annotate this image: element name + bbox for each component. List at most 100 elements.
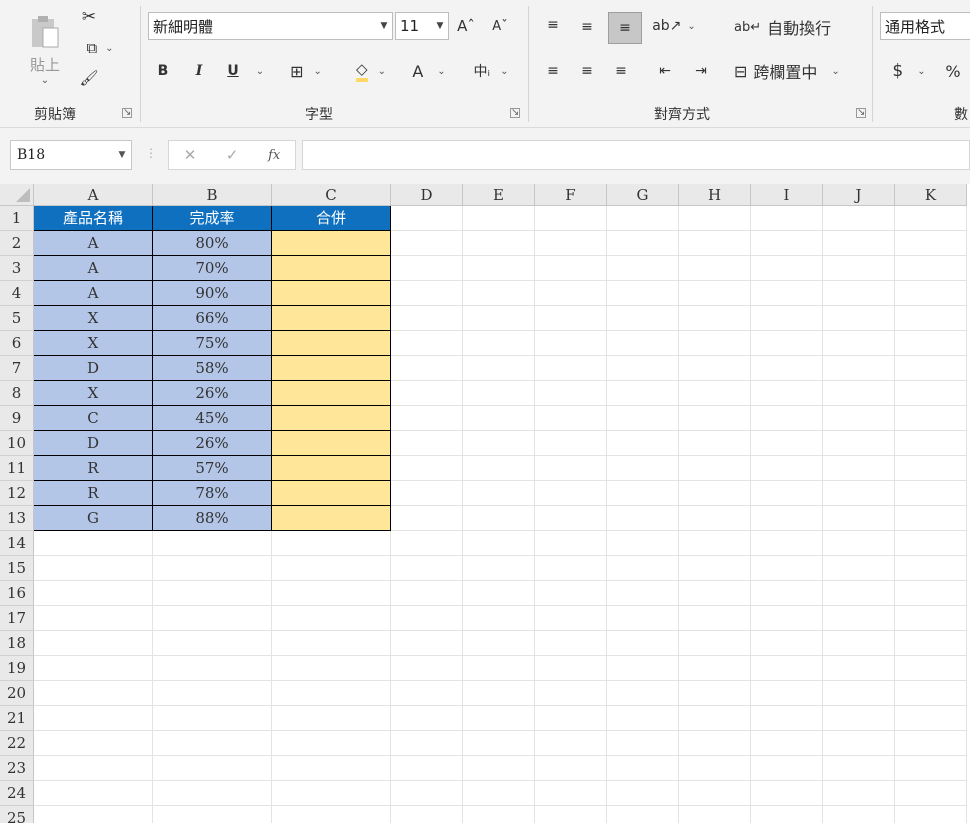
table-cell[interactable] xyxy=(272,331,391,356)
empty-cell[interactable] xyxy=(895,231,967,256)
table-cell[interactable]: 80% xyxy=(153,231,272,256)
empty-cell[interactable] xyxy=(607,506,679,531)
empty-cell[interactable] xyxy=(895,631,967,656)
table-cell[interactable] xyxy=(272,256,391,281)
empty-cell[interactable] xyxy=(463,706,535,731)
currency-button[interactable]: $ ⌄ xyxy=(886,58,932,84)
empty-cell[interactable] xyxy=(535,506,607,531)
empty-cell[interactable] xyxy=(535,756,607,781)
row-header[interactable]: 20 xyxy=(0,681,34,706)
empty-cell[interactable] xyxy=(751,256,823,281)
empty-cell[interactable] xyxy=(272,581,391,606)
row-header[interactable]: 8 xyxy=(0,381,34,406)
table-cell[interactable]: 70% xyxy=(153,256,272,281)
empty-cell[interactable] xyxy=(823,431,895,456)
empty-cell[interactable] xyxy=(463,456,535,481)
empty-cell[interactable] xyxy=(463,256,535,281)
empty-cell[interactable] xyxy=(823,706,895,731)
row-header[interactable]: 16 xyxy=(0,581,34,606)
empty-cell[interactable] xyxy=(895,706,967,731)
empty-cell[interactable] xyxy=(751,356,823,381)
table-cell[interactable]: 45% xyxy=(153,406,272,431)
empty-cell[interactable] xyxy=(391,456,463,481)
align-right-button[interactable]: ≡ xyxy=(608,58,634,84)
empty-cell[interactable] xyxy=(895,281,967,306)
empty-cell[interactable] xyxy=(535,656,607,681)
insert-function-icon[interactable]: fx xyxy=(268,148,280,163)
empty-cell[interactable] xyxy=(391,731,463,756)
alignment-dialog-launcher[interactable]: ↘ xyxy=(856,108,866,118)
empty-cell[interactable] xyxy=(391,331,463,356)
cut-button[interactable]: ✂ xyxy=(78,6,100,28)
table-cell[interactable]: A xyxy=(34,256,153,281)
shrink-font-button[interactable]: Aˇ xyxy=(490,14,510,38)
empty-cell[interactable] xyxy=(272,781,391,806)
empty-cell[interactable] xyxy=(679,256,751,281)
table-header-cell[interactable]: 產品名稱 xyxy=(34,206,153,231)
empty-cell[interactable] xyxy=(895,731,967,756)
empty-cell[interactable] xyxy=(895,456,967,481)
empty-cell[interactable] xyxy=(391,756,463,781)
cancel-icon[interactable]: ✕ xyxy=(184,146,197,164)
empty-cell[interactable] xyxy=(679,606,751,631)
empty-cell[interactable] xyxy=(607,281,679,306)
empty-cell[interactable] xyxy=(751,456,823,481)
empty-cell[interactable] xyxy=(272,531,391,556)
empty-cell[interactable] xyxy=(463,781,535,806)
empty-cell[interactable] xyxy=(34,731,153,756)
empty-cell[interactable] xyxy=(34,806,153,823)
table-cell[interactable]: G xyxy=(34,506,153,531)
table-cell[interactable]: C xyxy=(34,406,153,431)
empty-cell[interactable] xyxy=(153,656,272,681)
table-cell[interactable] xyxy=(272,356,391,381)
empty-cell[interactable] xyxy=(751,506,823,531)
empty-cell[interactable] xyxy=(34,606,153,631)
empty-cell[interactable] xyxy=(823,806,895,823)
empty-cell[interactable] xyxy=(895,406,967,431)
empty-cell[interactable] xyxy=(463,531,535,556)
table-cell[interactable]: 66% xyxy=(153,306,272,331)
empty-cell[interactable] xyxy=(535,431,607,456)
table-cell[interactable]: 58% xyxy=(153,356,272,381)
clipboard-dialog-launcher[interactable]: ↘ xyxy=(122,108,132,118)
empty-cell[interactable] xyxy=(751,406,823,431)
empty-cell[interactable] xyxy=(823,631,895,656)
worksheet-grid[interactable]: A B C D E F G H I J K 1 產品名稱 完成率 合併 2 A 80% 3 A 70% 4 A 90% 5 X 66… xyxy=(0,184,970,823)
empty-cell[interactable] xyxy=(823,756,895,781)
table-cell[interactable] xyxy=(272,456,391,481)
empty-cell[interactable] xyxy=(391,281,463,306)
empty-cell[interactable] xyxy=(823,231,895,256)
empty-cell[interactable] xyxy=(153,781,272,806)
number-format-combo[interactable]: 通用格式 xyxy=(880,12,970,40)
empty-cell[interactable] xyxy=(391,556,463,581)
empty-cell[interactable] xyxy=(823,781,895,806)
row-header[interactable]: 22 xyxy=(0,731,34,756)
row-header[interactable]: 11 xyxy=(0,456,34,481)
row-header[interactable]: 19 xyxy=(0,656,34,681)
underline-button[interactable]: U xyxy=(222,58,244,84)
empty-cell[interactable] xyxy=(679,331,751,356)
table-cell[interactable]: 26% xyxy=(153,381,272,406)
empty-cell[interactable] xyxy=(391,381,463,406)
table-cell[interactable]: 57% xyxy=(153,456,272,481)
empty-cell[interactable] xyxy=(895,781,967,806)
empty-cell[interactable] xyxy=(391,431,463,456)
empty-cell[interactable] xyxy=(391,606,463,631)
formula-input[interactable] xyxy=(302,140,970,170)
empty-cell[interactable] xyxy=(391,206,463,231)
empty-cell[interactable] xyxy=(679,756,751,781)
empty-cell[interactable] xyxy=(535,306,607,331)
empty-cell[interactable] xyxy=(607,806,679,823)
empty-cell[interactable] xyxy=(535,781,607,806)
empty-cell[interactable] xyxy=(535,631,607,656)
empty-cell[interactable] xyxy=(153,556,272,581)
format-painter-button[interactable]: 🖌 xyxy=(78,66,100,90)
empty-cell[interactable] xyxy=(607,681,679,706)
empty-cell[interactable] xyxy=(751,706,823,731)
empty-cell[interactable] xyxy=(391,231,463,256)
empty-cell[interactable] xyxy=(679,631,751,656)
empty-cell[interactable] xyxy=(34,681,153,706)
empty-cell[interactable] xyxy=(679,231,751,256)
row-header[interactable]: 25 xyxy=(0,806,34,823)
empty-cell[interactable] xyxy=(607,706,679,731)
